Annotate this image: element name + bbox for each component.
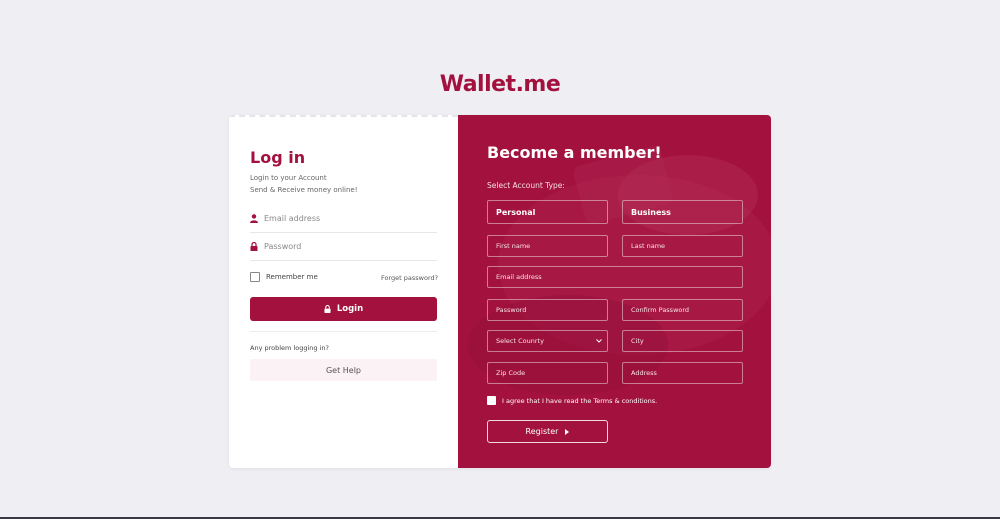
login-title: Log in [250, 148, 306, 167]
brand-logo: Wallet.me [439, 72, 561, 97]
confirm-password-input[interactable] [622, 299, 743, 321]
last-name-input[interactable] [622, 235, 743, 257]
zip-code-input[interactable] [487, 362, 608, 384]
register-button-label: Register [525, 427, 559, 436]
register-title: Become a member! [487, 143, 662, 162]
register-button[interactable]: Register [487, 420, 608, 443]
country-select-value: Select Counrty [496, 337, 544, 345]
register-email-input[interactable] [487, 266, 743, 288]
lock-icon [250, 242, 258, 251]
chevron-down-icon [596, 339, 602, 343]
caret-right-icon [565, 428, 570, 435]
terms-agreement: I agree that I have read the Terms & con… [487, 396, 657, 405]
account-type-business-button[interactable]: Business [622, 200, 743, 224]
login-button-label: Login [336, 304, 364, 314]
login-panel: Log in Login to your Account Send & Rece… [229, 115, 458, 468]
login-subtitle: Login to your Account Send & Receive mon… [250, 172, 358, 196]
auth-card: Log in Login to your Account Send & Rece… [229, 115, 771, 468]
country-select[interactable]: Select Counrty [487, 330, 608, 352]
login-button[interactable]: Login [250, 297, 437, 321]
remember-label: Remember me [266, 273, 318, 281]
remember-me: Remember me [250, 272, 318, 282]
city-input[interactable] [622, 330, 743, 352]
user-icon [250, 214, 258, 223]
first-name-input[interactable] [487, 235, 608, 257]
background-photo [468, 146, 771, 395]
remember-checkbox[interactable] [250, 272, 260, 282]
problem-text: Any problem logging in? [250, 344, 329, 352]
login-subtitle-line2: Send & Receive money online! [250, 186, 358, 194]
divider [250, 331, 437, 332]
email-field-row [250, 205, 437, 233]
password-input[interactable] [264, 242, 424, 251]
register-password-input[interactable] [487, 299, 608, 321]
account-type-personal-button[interactable]: Personal [487, 200, 608, 224]
terms-checkbox[interactable] [487, 396, 496, 405]
register-panel: Become a member! Select Account Type: Pe… [458, 115, 771, 468]
address-input[interactable] [622, 362, 743, 384]
login-subtitle-line1: Login to your Account [250, 174, 327, 182]
get-help-button[interactable]: Get Help [250, 359, 437, 381]
lock-icon [324, 305, 331, 313]
account-type-label: Select Account Type: [487, 181, 565, 190]
terms-label: I agree that I have read the Terms & con… [502, 396, 658, 405]
forgot-password-link[interactable]: Forget password? [381, 274, 438, 282]
email-input[interactable] [264, 214, 424, 223]
password-field-row [250, 233, 437, 261]
